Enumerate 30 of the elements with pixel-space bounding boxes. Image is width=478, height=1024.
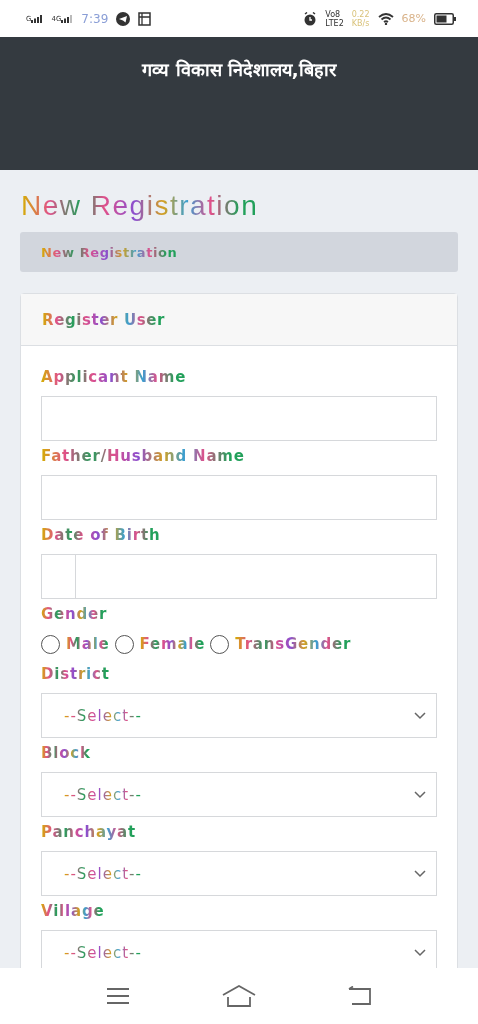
battery-icon: [434, 12, 456, 25]
speed-unit: KB/s: [351, 18, 370, 28]
signal-icon: [31, 14, 44, 23]
clock: 7:39: [81, 11, 109, 26]
text-input[interactable]: [41, 396, 437, 441]
battery-percent: 68%: [401, 12, 426, 25]
text-input[interactable]: [41, 475, 437, 520]
back-icon[interactable]: [348, 986, 372, 1006]
network-label: LTE2: [325, 18, 344, 28]
chevron-down-icon: [414, 711, 426, 720]
wifi-icon: [377, 12, 394, 25]
menu-icon[interactable]: [106, 987, 130, 1005]
volte-label: Vo8: [325, 9, 342, 19]
chevron-down-icon: [414, 790, 426, 799]
dropdown[interactable]: --Select--: [41, 772, 437, 817]
telegram-icon: [116, 11, 131, 26]
signal-icon: [61, 14, 74, 23]
dropdown[interactable]: --Select--: [41, 693, 437, 738]
dropdown[interactable]: --Select--: [41, 930, 437, 968]
breadcrumb-item[interactable]: New Registration: [41, 244, 178, 260]
date-input[interactable]: [41, 554, 437, 599]
screenshot-icon: [138, 11, 152, 26]
card-title: Register User: [42, 310, 165, 329]
speed-value: 0.22: [351, 9, 370, 19]
chevron-down-icon: [414, 948, 426, 957]
site-title: गव्य विकास निदेशालय,बिहार: [142, 58, 336, 81]
home-icon[interactable]: [222, 985, 256, 1007]
dropdown[interactable]: --Select--: [41, 851, 437, 896]
chevron-down-icon: [414, 869, 426, 878]
alarm-icon: [303, 11, 318, 26]
